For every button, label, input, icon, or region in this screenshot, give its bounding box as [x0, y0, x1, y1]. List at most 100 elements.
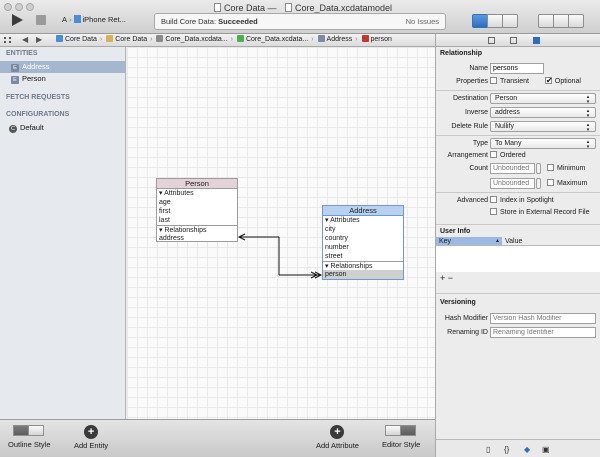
- entity-box-address[interactable]: Address ▾ Attributes city country number…: [322, 205, 404, 280]
- media-library-icon[interactable]: ▣: [542, 445, 550, 454]
- run-button[interactable]: [12, 14, 23, 26]
- model-file-icon: [156, 35, 164, 42]
- group-label: Relationships: [164, 227, 207, 234]
- delete-rule-popup[interactable]: Nullify: [490, 121, 596, 132]
- ordered-checkbox[interactable]: [490, 151, 497, 158]
- breadcrumb-item[interactable]: Core Data ›: [56, 34, 102, 46]
- name-field[interactable]: [490, 63, 544, 74]
- relationships-group[interactable]: ▾ Relationships: [323, 261, 403, 270]
- attribute-row[interactable]: first: [157, 207, 237, 216]
- minimum-checkbox[interactable]: [546, 164, 554, 171]
- outline-style-label: Outline Style: [8, 440, 51, 449]
- attribute-row[interactable]: number: [323, 243, 403, 252]
- breadcrumb-item[interactable]: Address ›: [317, 34, 358, 46]
- attribute-row[interactable]: country: [323, 234, 403, 243]
- outline-style-segment[interactable]: [13, 425, 45, 436]
- scheme-device: iPhone Ret...: [82, 15, 126, 24]
- index-spotlight-checkbox[interactable]: [490, 196, 497, 203]
- arrangement-label: Arrangement: [447, 152, 488, 159]
- editor-style-control: Editor Style: [382, 425, 420, 449]
- table-style-icon[interactable]: [385, 425, 402, 436]
- utilities-toggle-icon[interactable]: [568, 14, 584, 28]
- minimum-count-field[interactable]: [490, 163, 535, 174]
- graph-style-icon[interactable]: [400, 425, 417, 436]
- type-value: To Many: [495, 140, 522, 147]
- attributes-group[interactable]: ▾ Attributes: [323, 216, 403, 225]
- data-model-inspector-icon[interactable]: [533, 37, 540, 44]
- outline-flat-icon[interactable]: [13, 425, 30, 436]
- standard-editor-icon[interactable]: [472, 14, 488, 28]
- graph-canvas[interactable]: Person ▾ Attributes age first last ▾ Rel…: [127, 47, 435, 419]
- divider: [436, 192, 600, 193]
- editor-style-segment[interactable]: [385, 425, 417, 436]
- entity-name: Person: [157, 179, 237, 189]
- entity-item-person[interactable]: E Person: [0, 73, 125, 85]
- navigator-toggle-icon[interactable]: [538, 14, 554, 28]
- related-items-icon[interactable]: [4, 37, 11, 43]
- transient-checkbox[interactable]: [490, 77, 497, 84]
- stop-button[interactable]: [36, 15, 46, 25]
- inverse-popup[interactable]: address: [490, 107, 596, 118]
- configuration-badge: C: [9, 125, 17, 133]
- renaming-id-field[interactable]: [490, 327, 596, 338]
- add-entity-button[interactable]: +: [84, 425, 99, 439]
- user-info-add-remove-buttons[interactable]: + −: [436, 272, 600, 284]
- assistant-editor-icon[interactable]: [487, 14, 503, 28]
- version-editor-icon[interactable]: [502, 14, 518, 28]
- relationships-group[interactable]: ▾ Relationships: [157, 225, 237, 234]
- entity-box-person[interactable]: Person ▾ Attributes age first last ▾ Rel…: [156, 178, 238, 242]
- breadcrumb-item[interactable]: person: [361, 34, 392, 46]
- store-external-checkbox[interactable]: [490, 208, 497, 215]
- entity-item-address[interactable]: E Address: [0, 61, 125, 73]
- forward-arrow-icon[interactable]: ▶: [36, 34, 42, 46]
- attribute-row[interactable]: street: [323, 252, 403, 261]
- destination-popup[interactable]: Person: [490, 93, 596, 104]
- maximum-count-field[interactable]: [490, 178, 535, 189]
- project-icon: [56, 35, 63, 42]
- add-attribute-control: + Add Attribute: [316, 425, 359, 450]
- library-tab-bar: ▯ {} ◆ ▣: [436, 439, 600, 457]
- entity-badge: E: [11, 76, 19, 84]
- debug-area-toggle-icon[interactable]: [553, 14, 569, 28]
- maximum-stepper[interactable]: [536, 178, 541, 189]
- configuration-label: Default: [20, 123, 44, 132]
- breadcrumb-item[interactable]: Core Data ›: [106, 34, 152, 46]
- inverse-label: Inverse: [465, 109, 488, 116]
- type-popup[interactable]: To Many: [490, 138, 596, 149]
- file-inspector-icon[interactable]: [488, 37, 495, 44]
- properties-label: Properties: [456, 78, 488, 85]
- project-document-icon: [213, 3, 221, 12]
- configuration-item-default[interactable]: C Default: [0, 122, 125, 134]
- scheme-selector[interactable]: A › iPhone Ret...: [62, 15, 126, 24]
- value-column-header[interactable]: Value: [502, 237, 522, 245]
- hash-modifier-field[interactable]: [490, 313, 596, 324]
- count-min-row: Count Minimum: [436, 163, 600, 174]
- back-arrow-icon[interactable]: ◀: [22, 34, 28, 46]
- optional-checkbox[interactable]: [544, 75, 553, 86]
- breadcrumb-label: Core_Data.xcdatа...: [165, 36, 228, 43]
- relationship-row[interactable]: address: [157, 234, 237, 243]
- quick-help-icon[interactable]: [510, 37, 517, 44]
- add-attribute-button[interactable]: +: [330, 425, 345, 439]
- object-library-icon[interactable]: ◆: [524, 445, 530, 454]
- entity-label: Person: [22, 74, 46, 83]
- outline-hierarchy-icon[interactable]: [28, 425, 45, 436]
- breadcrumb-item[interactable]: Core_Data.xcdatа... ›: [236, 34, 314, 46]
- attributes-group[interactable]: ▾ Attributes: [157, 189, 237, 198]
- user-info-rows[interactable]: [436, 246, 600, 272]
- attribute-row[interactable]: last: [157, 216, 237, 225]
- maximum-checkbox[interactable]: [546, 179, 554, 186]
- attribute-row[interactable]: city: [323, 225, 403, 234]
- entity-name: Address: [323, 206, 403, 216]
- attribute-row[interactable]: age: [157, 198, 237, 207]
- relationship-row[interactable]: person: [323, 270, 403, 279]
- breadcrumb-item[interactable]: Core_Data.xcdatа... ›: [156, 34, 233, 46]
- key-column-header[interactable]: Key: [436, 237, 502, 246]
- file-template-icon[interactable]: ▯: [486, 445, 490, 454]
- view-toggle-segment: [538, 14, 584, 28]
- minimum-stepper[interactable]: [536, 163, 541, 174]
- maximum-label: Maximum: [556, 180, 588, 187]
- divider: [436, 135, 600, 136]
- code-snippet-icon[interactable]: {}: [504, 445, 509, 454]
- delete-rule-value: Nullify: [495, 123, 515, 130]
